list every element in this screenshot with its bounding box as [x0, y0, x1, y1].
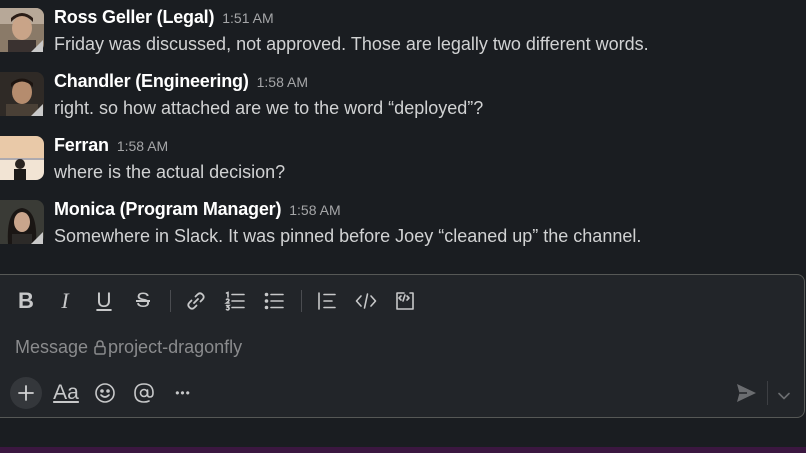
sender-name[interactable]: Monica (Program Manager) — [54, 199, 281, 219]
input-channel-name: project-dragonfly — [108, 337, 243, 357]
message-timestamp[interactable]: 1:58 AM — [289, 202, 340, 218]
message-timestamp[interactable]: 1:51 AM — [222, 10, 273, 26]
message-text: where is the actual decision? — [54, 162, 286, 182]
avatar[interactable] — [0, 136, 44, 180]
message-timestamp[interactable]: 1:58 AM — [117, 138, 168, 154]
italic-button[interactable]: I — [51, 287, 79, 315]
ordered-list-icon[interactable] — [221, 287, 249, 315]
input-placeholder: Message — [15, 337, 89, 357]
blockquote-icon[interactable] — [313, 287, 341, 315]
message-text: Somewhere in Slack. It was pinned before… — [54, 226, 642, 246]
send-icon[interactable] — [735, 383, 757, 408]
more-actions-button[interactable]: ••• — [169, 377, 197, 409]
plus-icon[interactable] — [10, 377, 42, 409]
window-bottom-edge — [0, 447, 806, 453]
message-text: right. so how attached are we to the wor… — [54, 98, 484, 118]
presence-indicator — [31, 232, 43, 244]
message-composer: B I U S Message project-dragonfly Aa ••• — [0, 274, 805, 418]
send-divider — [767, 381, 768, 405]
underline-button[interactable]: U — [90, 287, 118, 315]
link-icon[interactable] — [182, 287, 210, 315]
toolbar-divider — [170, 290, 171, 312]
bold-button[interactable]: B — [12, 287, 40, 315]
message-item: Monica (Program Manager) 1:58 AM Somewher… — [0, 192, 806, 256]
sender-name[interactable]: Ross Geller (Legal) — [54, 7, 214, 27]
message-item: Ross Geller (Legal) 1:51 AM Friday was di… — [0, 0, 806, 64]
composer-actions: Aa ••• — [10, 377, 208, 409]
strikethrough-button[interactable]: S — [129, 287, 157, 315]
presence-indicator — [31, 104, 43, 116]
presence-indicator — [31, 40, 43, 52]
formatting-toggle-button[interactable]: Aa — [52, 377, 80, 409]
message-timestamp[interactable]: 1:58 AM — [257, 74, 308, 90]
code-icon[interactable] — [352, 287, 380, 315]
code-block-icon[interactable] — [391, 287, 419, 315]
lock-icon — [94, 340, 106, 355]
message-text: Friday was discussed, not approved. Thos… — [54, 34, 649, 54]
toolbar-divider — [301, 290, 302, 312]
mention-icon[interactable] — [130, 377, 158, 409]
bulleted-list-icon[interactable] — [260, 287, 288, 315]
message-item: Ferran 1:58 AM where is the actual decisi… — [0, 128, 806, 192]
sender-name[interactable]: Ferran — [54, 135, 109, 155]
emoji-icon[interactable] — [91, 377, 119, 409]
sender-name[interactable]: Chandler (Engineering) — [54, 71, 249, 91]
message-input[interactable]: Message project-dragonfly — [15, 337, 242, 358]
chevron-down-icon[interactable] — [778, 387, 790, 405]
formatting-toolbar: B I U S — [12, 287, 430, 315]
message-item: Chandler (Engineering) 1:58 AM right. so … — [0, 64, 806, 128]
